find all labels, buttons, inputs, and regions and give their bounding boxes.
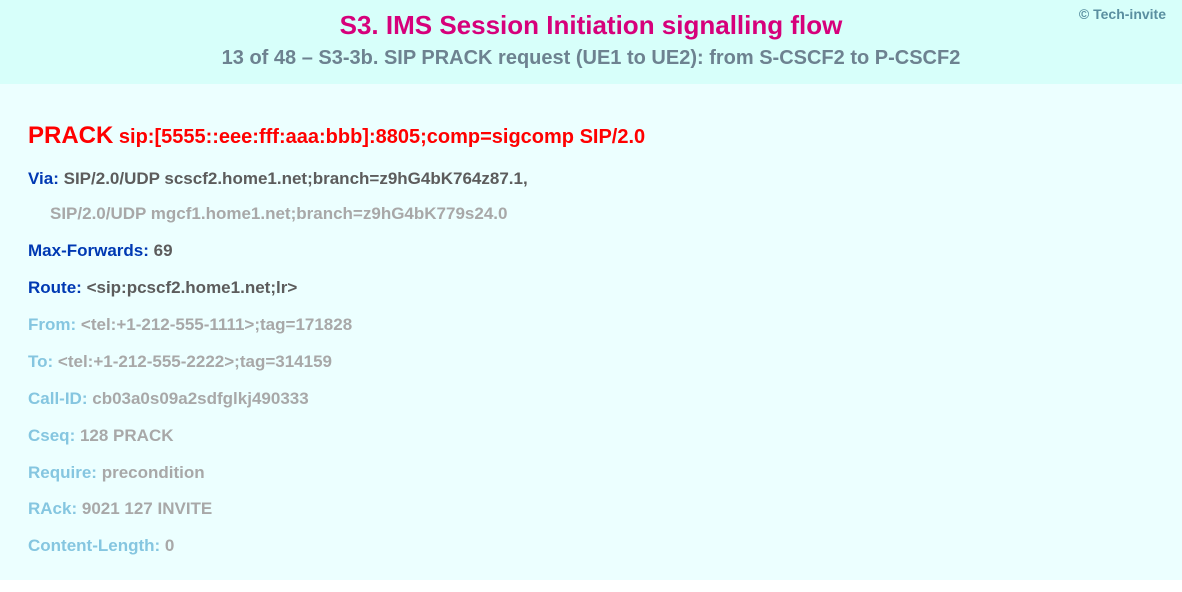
header-call-id: Call-ID: cb03a0s09a2sdfglkj490333: [28, 388, 1154, 411]
header-value: <sip:pcscf2.home1.net;lr>: [87, 278, 298, 297]
header-band: © Tech-invite S3. IMS Session Initiation…: [0, 0, 1182, 84]
page-subtitle: 13 of 48 – S3-3b. SIP PRACK request (UE1…: [20, 47, 1162, 70]
header-rack: RAck: 9021 127 INVITE: [28, 498, 1154, 521]
header-name: Route:: [28, 278, 82, 297]
header-value: 128 PRACK: [80, 426, 174, 445]
header-name: Content-Length:: [28, 536, 160, 555]
header-value: SIP/2.0/UDP scscf2.home1.net;branch=z9hG…: [64, 169, 528, 188]
header-name: Call-ID:: [28, 389, 88, 408]
header-value: 9021 127 INVITE: [82, 499, 212, 518]
page-title: S3. IMS Session Initiation signalling fl…: [20, 10, 1162, 41]
header-value: <tel:+1-212-555-1111>;tag=171828: [81, 315, 352, 334]
header-name: Max-Forwards:: [28, 241, 149, 260]
header-route: Route: <sip:pcscf2.home1.net;lr>: [28, 277, 1154, 300]
header-value: 0: [165, 536, 174, 555]
header-value: <tel:+1-212-555-2222>;tag=314159: [58, 352, 332, 371]
header-name: From:: [28, 315, 76, 334]
header-via: Via: SIP/2.0/UDP scscf2.home1.net;branch…: [28, 168, 1154, 226]
header-cseq: Cseq: 128 PRACK: [28, 425, 1154, 448]
sip-request-uri: sip:[5555::eee:fff:aaa:bbb]:8805;comp=si…: [119, 126, 645, 148]
copyright-label: © Tech-invite: [1079, 6, 1166, 22]
header-to: To: <tel:+1-212-555-2222>;tag=314159: [28, 351, 1154, 374]
sip-request-line: PRACK sip:[5555::eee:fff:aaa:bbb]:8805;c…: [28, 122, 1154, 150]
header-from: From: <tel:+1-212-555-1111>;tag=171828: [28, 314, 1154, 337]
header-value: precondition: [102, 463, 205, 482]
header-max-forwards: Max-Forwards: 69: [28, 240, 1154, 263]
header-name: Cseq:: [28, 426, 75, 445]
header-require: Require: precondition: [28, 462, 1154, 485]
header-value: cb03a0s09a2sdfglkj490333: [92, 389, 308, 408]
header-name: Require:: [28, 463, 97, 482]
sip-method: PRACK: [28, 122, 113, 149]
header-via-continuation: SIP/2.0/UDP mgcf1.home1.net;branch=z9hG4…: [50, 203, 1154, 226]
header-name: RAck:: [28, 499, 77, 518]
header-value: 69: [154, 241, 173, 260]
header-content-length: Content-Length: 0: [28, 535, 1154, 558]
header-name: To:: [28, 352, 53, 371]
message-body: PRACK sip:[5555::eee:fff:aaa:bbb]:8805;c…: [0, 84, 1182, 580]
header-name: Via:: [28, 169, 59, 188]
